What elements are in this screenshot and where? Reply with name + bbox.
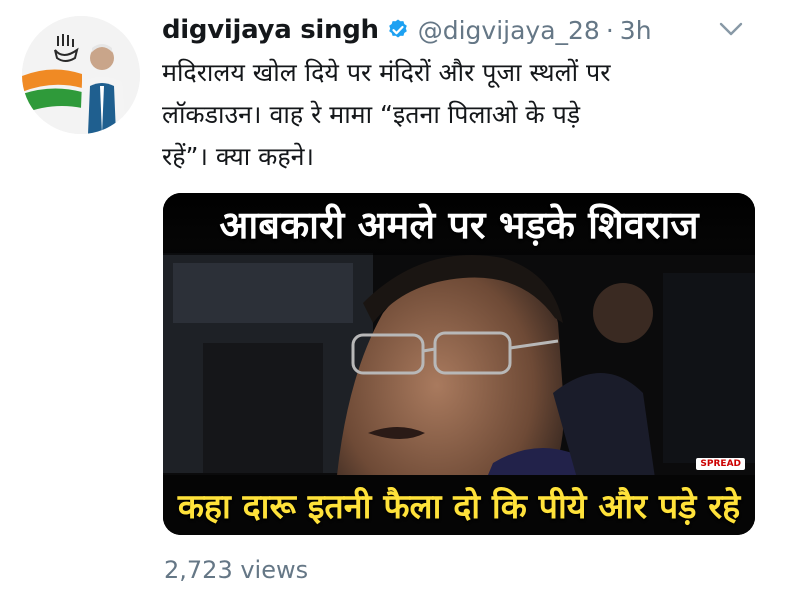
tweet-text-line: मदिरालय खोल दिये पर मंदिरों और पूजा स्थल… (162, 58, 611, 87)
tweet-text-line: लॉकडाउन। वाह रे मामा “इतना पिलाओ के पड़े (162, 100, 581, 129)
video-caption-top: आबकारी अमले पर भड़के शिवराज (163, 193, 755, 255)
channel-watermark: SPREAD (696, 458, 745, 470)
tweet-header: digvijaya singh @digvijaya_28 · 3h (162, 10, 652, 50)
avatar-image (22, 16, 140, 134)
separator: · (605, 15, 614, 45)
tweet-text: मदिरालय खोल दिये पर मंदिरों और पूजा स्थल… (162, 52, 762, 178)
video-caption-bottom: कहा दारू इतनी फैला दो कि पीये और पड़े रह… (163, 475, 755, 535)
chevron-down-icon[interactable] (718, 18, 744, 40)
verified-badge-icon (388, 19, 407, 38)
tweet-timestamp[interactable]: 3h (620, 16, 652, 45)
author-name[interactable]: digvijaya singh (162, 15, 379, 45)
author-handle[interactable]: @digvijaya_28 (418, 16, 600, 45)
avatar[interactable] (22, 16, 140, 134)
view-count: 2,723 views (164, 556, 309, 584)
tweet-text-line: रहें”। क्या कहने। (162, 142, 314, 171)
tweet-media-video[interactable]: आबकारी अमले पर भड़के शिवराज SPREAD कहा द… (163, 193, 755, 535)
